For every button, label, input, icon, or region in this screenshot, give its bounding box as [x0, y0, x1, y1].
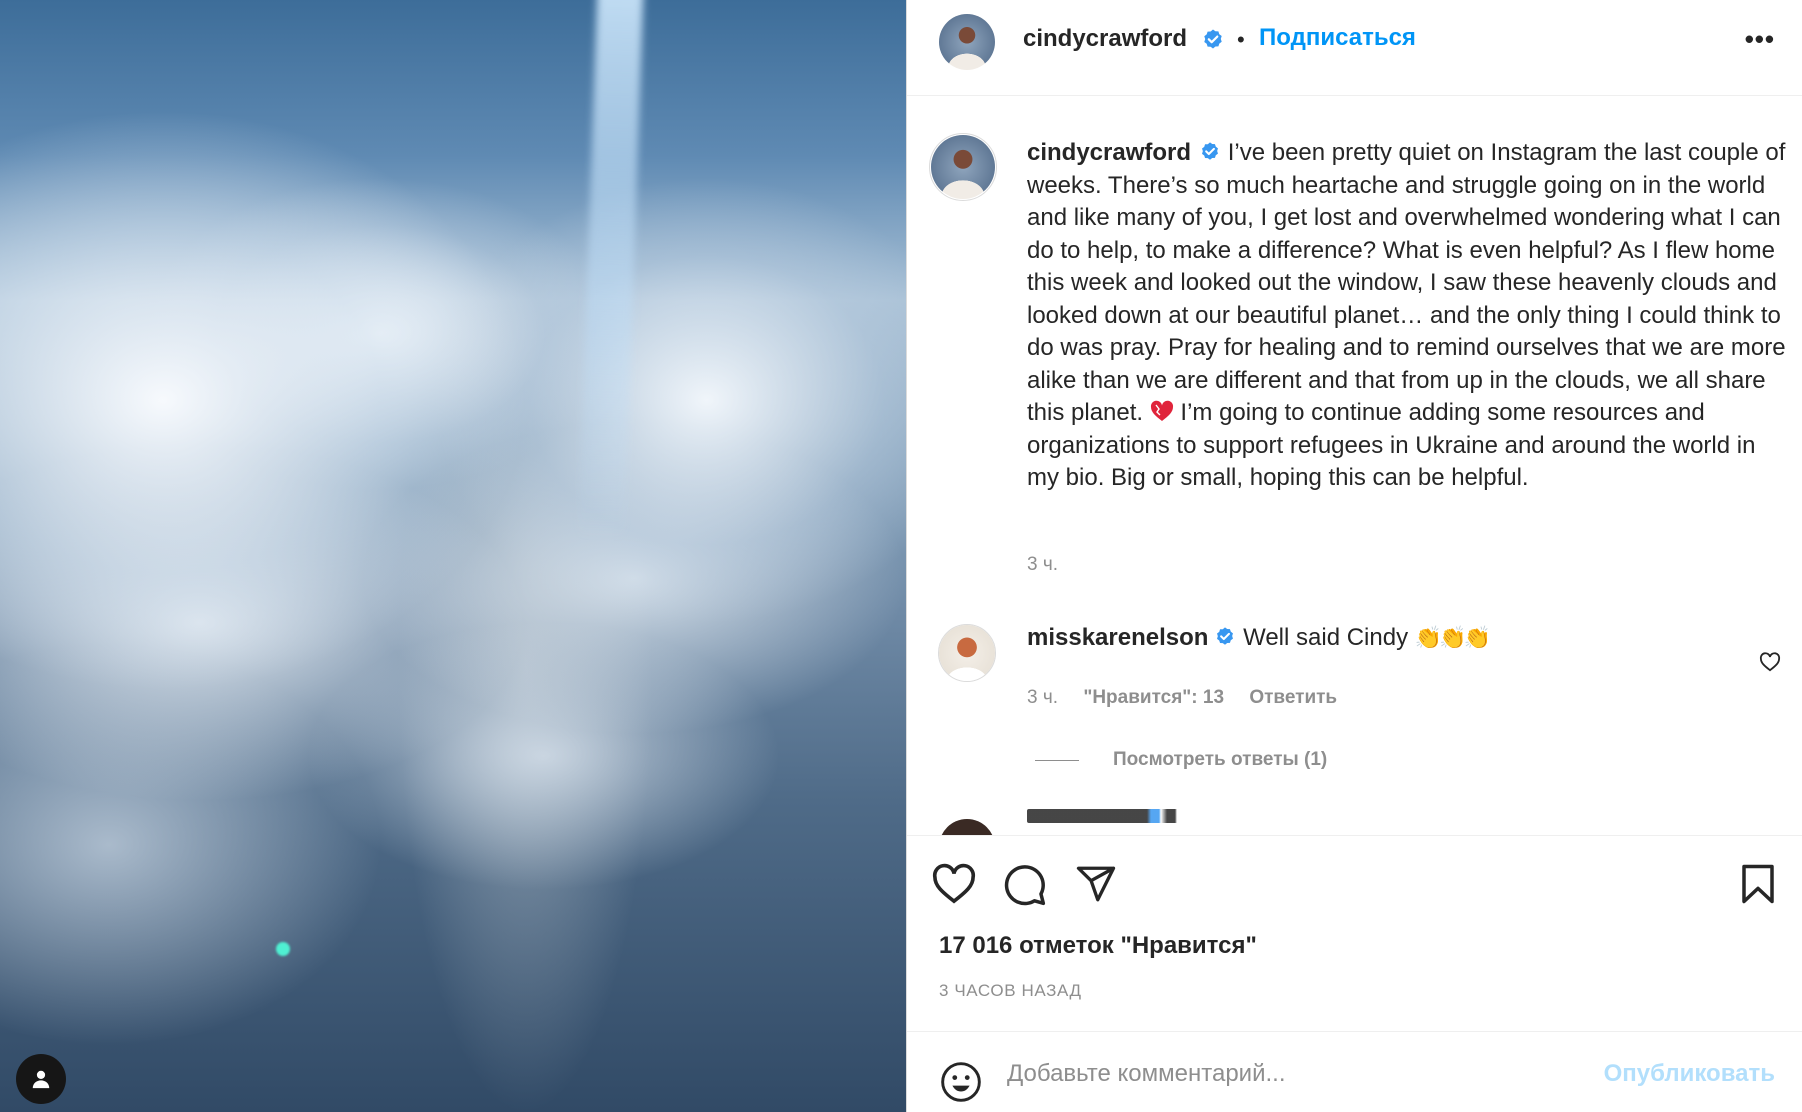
more-options-button[interactable]: ••• — [1745, 24, 1775, 55]
user-tag-icon — [32, 1070, 50, 1089]
verified-badge-icon — [1204, 29, 1222, 49]
heart-emoji — [1150, 400, 1173, 421]
comment-timestamp[interactable]: 3 ч. — [1027, 687, 1058, 708]
smiley-icon[interactable] — [939, 1060, 983, 1104]
comment-author-avatar[interactable] — [939, 625, 995, 681]
add-comment-bar: Опубликовать — [907, 1031, 1802, 1112]
comment-input[interactable] — [1007, 1056, 1587, 1092]
publish-button[interactable]: Опубликовать — [1604, 1060, 1775, 1088]
likes-count[interactable]: 17 016 отметок "Нравится" — [939, 932, 1257, 960]
view-replies-button[interactable]: Посмотреть ответы (1) — [1035, 749, 1327, 771]
post-photo[interactable] — [0, 0, 906, 1112]
comment-body: Well said Cindy — [1243, 624, 1409, 651]
comments-scroll-area[interactable]: cindycrawford I’ve been pretty quiet on … — [907, 97, 1802, 835]
follow-button[interactable]: Подписаться — [1259, 24, 1416, 52]
post-caption: cindycrawford I’ve been pretty quiet on … — [1027, 137, 1787, 495]
post-panel: cindycrawford • Подписаться ••• cindycra… — [906, 0, 1802, 1112]
author-avatar[interactable] — [939, 14, 995, 70]
lens-flare — [276, 942, 290, 956]
comment-likes-count[interactable]: "Нравится": 13 — [1083, 687, 1224, 708]
action-bar: 17 016 отметок "Нравится" 3 ЧАСОВ НАЗАД — [907, 835, 1802, 1031]
view-replies-label: Посмотреть ответы (1) — [1113, 749, 1328, 770]
caption-author-username[interactable]: cindycrawford — [1027, 139, 1191, 166]
caption-author-avatar[interactable] — [931, 135, 995, 199]
header-separator: • — [1237, 27, 1245, 52]
post-timestamp[interactable]: 3 ЧАСОВ НАЗАД — [939, 981, 1082, 1001]
sun-ray — [578, 0, 644, 541]
replies-divider — [1035, 759, 1079, 761]
comment-like-heart-icon[interactable] — [1759, 652, 1781, 672]
bookmark-icon[interactable] — [1739, 863, 1777, 905]
reply-button[interactable]: Ответить — [1249, 687, 1337, 708]
comment-text: misskarenelson Well said Cindy 👏👏👏 — [1027, 624, 1491, 652]
caption-timestamp[interactable]: 3 ч. — [1027, 554, 1058, 576]
next-comment-avatar[interactable] — [939, 819, 995, 835]
caption-text-1: I’ve been pretty quiet on Instagram the … — [1027, 139, 1786, 426]
comment-author-username[interactable]: misskarenelson — [1027, 624, 1208, 651]
author-username[interactable]: cindycrawford — [1023, 25, 1187, 53]
heart-icon[interactable] — [931, 863, 977, 905]
user-tag-button[interactable] — [16, 1054, 66, 1104]
verified-badge-icon — [1217, 627, 1234, 645]
comment-meta: 3 ч. "Нравится": 13 Ответить — [1027, 687, 1357, 709]
verified-badge-icon — [1202, 142, 1219, 160]
paper-plane-icon[interactable] — [1075, 863, 1117, 905]
clap-emoji: 👏👏👏 — [1414, 625, 1491, 650]
post-header: cindycrawford • Подписаться ••• — [907, 0, 1802, 96]
next-comment-partial — [1027, 809, 1227, 823]
comment-bubble-icon[interactable] — [1003, 863, 1047, 907]
